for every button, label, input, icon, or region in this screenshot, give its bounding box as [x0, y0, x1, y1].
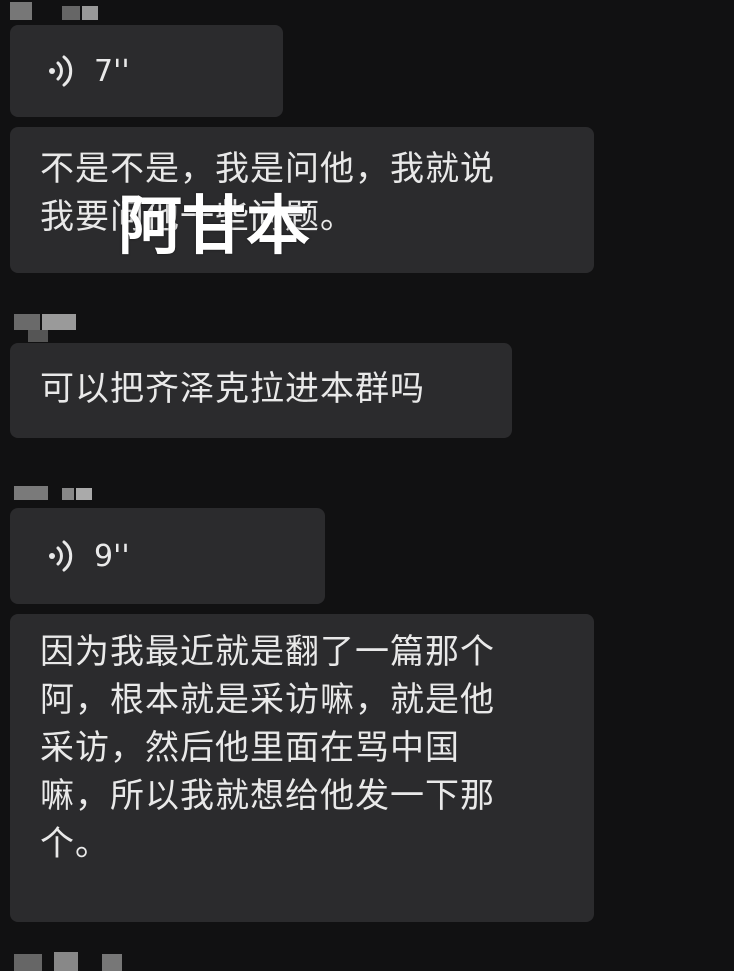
text-message-bubble[interactable]: 可以把齐泽克拉进本群吗 — [10, 343, 512, 438]
sender-name-pixelated — [14, 486, 94, 506]
sender-name-pixelated — [14, 948, 144, 971]
message-line: 阿，根本就是采访嘛，就是他 — [40, 680, 495, 720]
sender-name-pixelated — [14, 314, 84, 342]
voice-message-bubble[interactable]: 7'' — [10, 25, 283, 117]
voice-wave-icon — [49, 540, 73, 572]
text-message-bubble[interactable]: 因为我最近就是翻了一篇那个 阿，根本就是采访嘛，就是他 采访，然后他里面在骂中国… — [10, 614, 594, 922]
message-line: 嘛，所以我就想给他发一下那 — [40, 776, 495, 816]
message-line: 因为我最近就是翻了一篇那个 — [40, 632, 495, 672]
message-line: 可以把齐泽克拉进本群吗 — [40, 369, 425, 409]
message-line: 采访，然后他里面在骂中国 — [40, 728, 460, 768]
voice-message-bubble[interactable]: 9'' — [10, 508, 325, 604]
overlay-caption: 阿甘本 — [118, 190, 310, 264]
voice-duration: 9'' — [94, 538, 130, 574]
message-line: 个。 — [40, 824, 110, 864]
voice-wave-icon — [49, 55, 73, 87]
chat-window: 7'' 不是不是，我是问他，我就说 我要问他一些问题。 阿甘本 可以把齐泽克拉进… — [0, 0, 734, 971]
voice-duration: 7'' — [94, 53, 130, 89]
message-line: 不是不是，我是问他，我就说 — [40, 149, 495, 189]
sender-name-pixelated — [10, 2, 100, 22]
